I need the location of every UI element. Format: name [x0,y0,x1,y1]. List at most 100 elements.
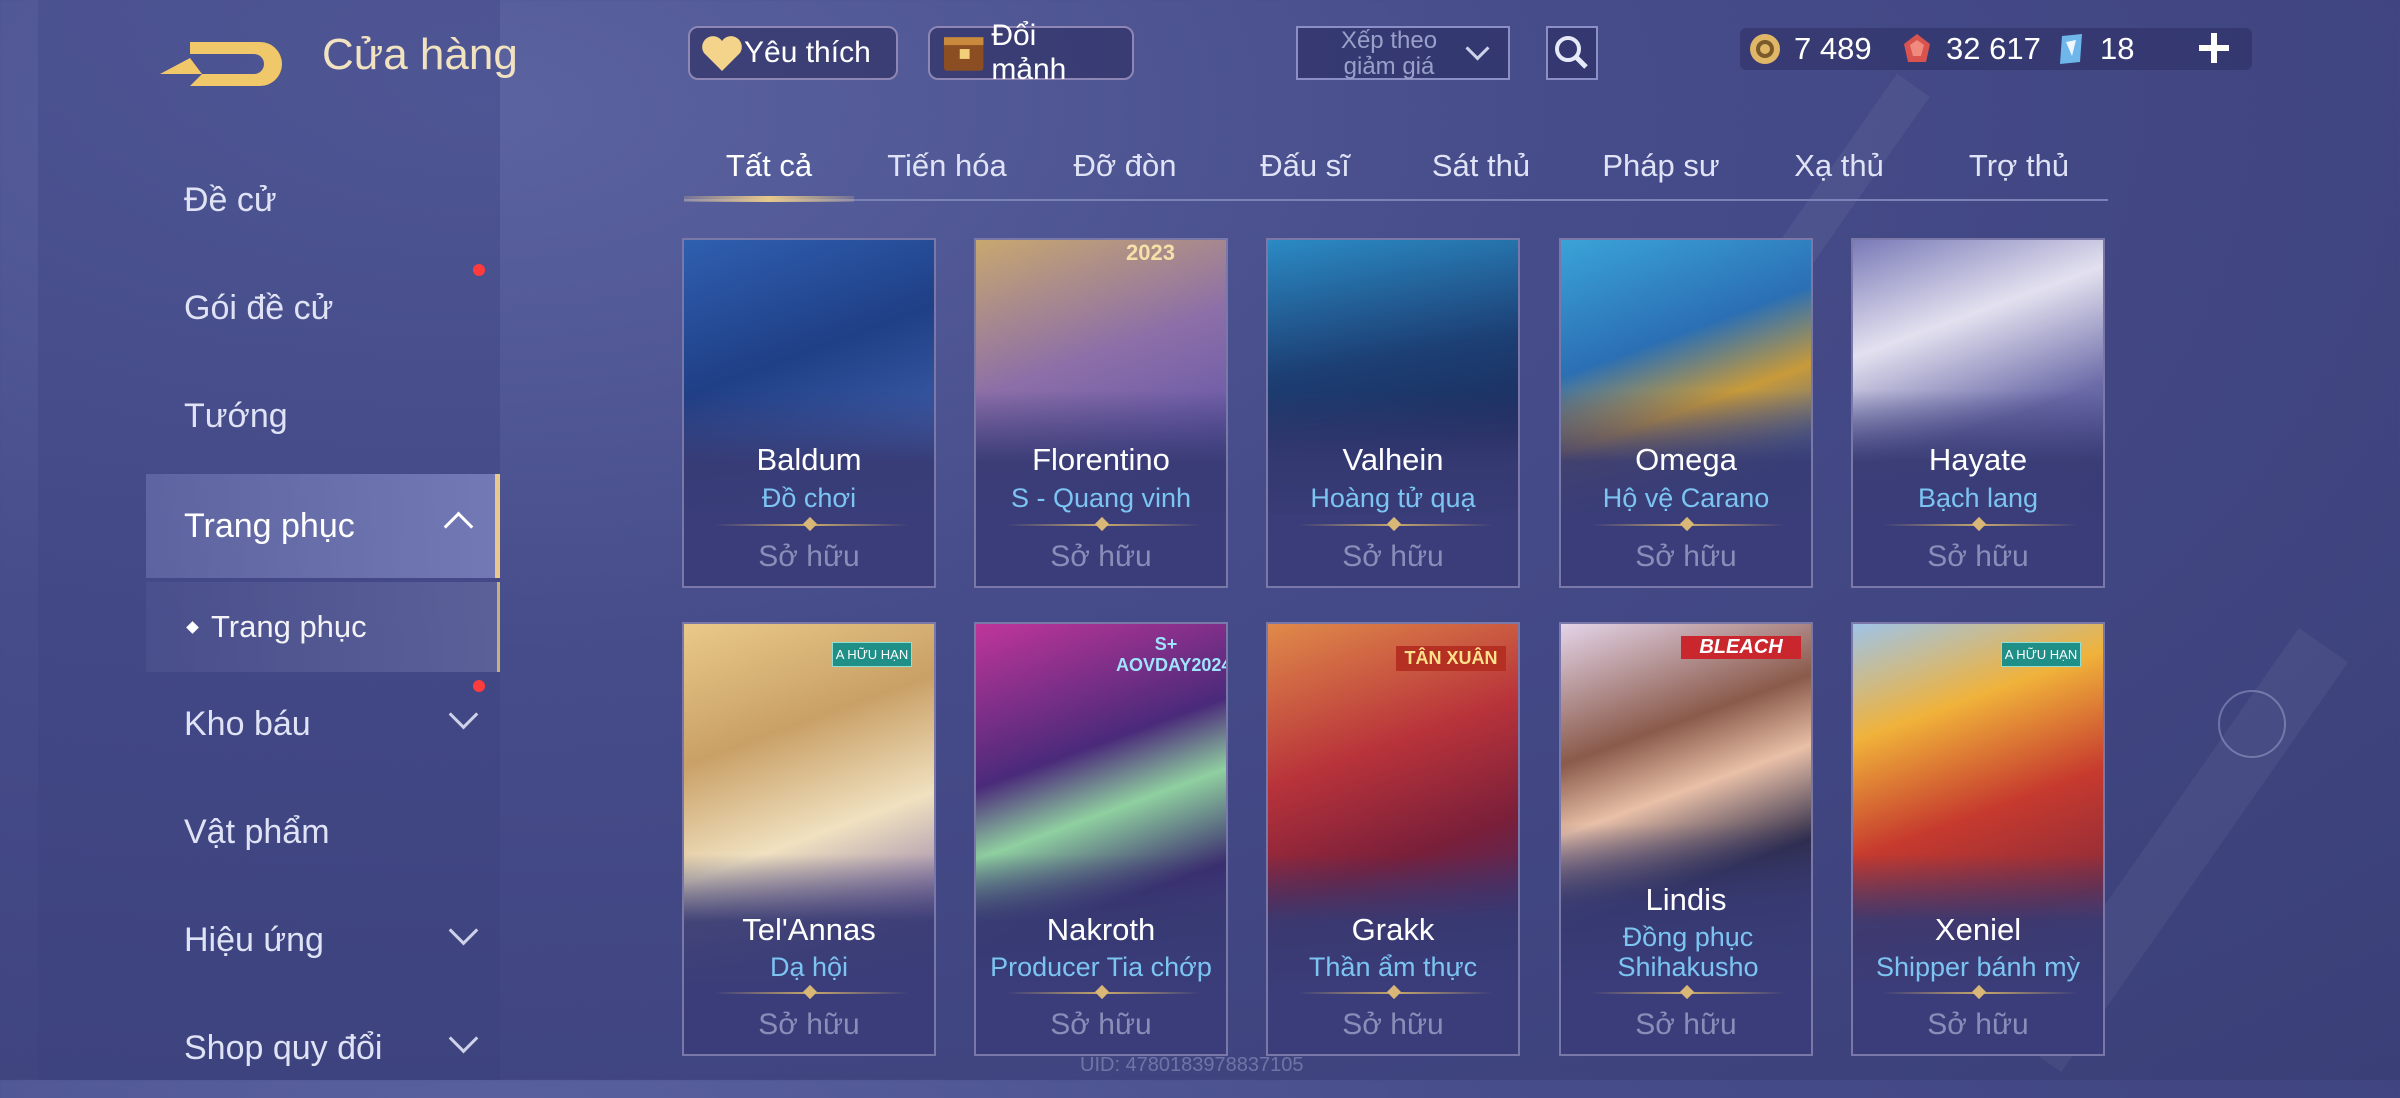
card-divider [1591,524,1785,526]
sidebar-item-label: Tướng [184,396,288,435]
floating-assistant-icon[interactable] [2218,690,2286,758]
tab-phap-su[interactable]: Pháp sư [1576,148,1746,184]
owned-status: Sở hữu [1635,540,1737,573]
skin-card-telannas[interactable]: A HỮU HẠN Tel'Annas Dạ hội Sở hữu [682,622,936,1056]
skin-name: Thần ẩm thực [1308,952,1478,982]
card-divider [1006,524,1200,526]
card-divider [1591,992,1785,994]
hero-name: Xeniel [1934,912,2022,947]
skin-name: Producer Tia chớp [990,952,1212,982]
hero-name: Florentino [1032,442,1170,477]
user-id-text: UID: 4780183978837105 [1080,1054,1304,1076]
tab-do-don[interactable]: Đỡ đòn [1040,148,1210,184]
limited-badge: A HỮU HẠN [832,642,912,667]
skin-name: S - Quang vinh [1010,483,1192,513]
skin-card-valhein[interactable]: Valhein Hoàng tử quạ Sở hữu [1266,238,1520,588]
sidebar-subitem-label: Trang phục [211,609,367,644]
skin-name: Dạ hội [769,952,849,982]
favorite-label: Yêu thích [744,36,871,69]
plus-icon [2199,33,2229,63]
gold-currency: 7 489 [1748,28,1872,70]
tab-xa-thu[interactable]: Xạ thủ [1754,148,1924,184]
skin-name: Đồ chơi [761,483,857,513]
hero-name: Omega [1635,442,1737,477]
skin-card-lindis[interactable]: BLEACH Lindis Đồng phục Shihakusho Sở hữ… [1559,622,1813,1056]
chevron-down-icon [448,699,479,730]
tab-sat-thu[interactable]: Sát thủ [1396,148,1566,184]
voucher-gem-icon [1904,34,1930,62]
exchange-label: Đổi mảnh [991,19,1067,86]
sidebar-item-label: Hiệu ứng [184,920,324,959]
owned-status: Sở hữu [758,1008,860,1041]
skin-card-hayate[interactable]: Hayate Bạch lang Sở hữu [1851,238,2105,588]
skin-card-grakk[interactable]: TÂN XUÂN Grakk Thần ẩm thực Sở hữu [1266,622,1520,1056]
sidebar-item-trang-phuc[interactable]: Trang phục [146,474,500,578]
sidebar-item-label: Vật phẩm [184,812,330,851]
sidebar-item-hieu-ung[interactable]: Hiệu ứng [146,890,500,990]
card-divider [714,992,908,994]
hero-name: Lindis [1645,882,1727,917]
sidebar-subitem-trang-phuc[interactable]: Trang phục [146,582,500,672]
heart-icon [702,36,742,71]
owned-status: Sở hữu [1342,540,1444,573]
card-divider [1883,992,2077,994]
favorite-button[interactable]: Yêu thích [688,26,898,80]
chevron-down-icon [448,1023,479,1054]
quan-huy-currency: 18 [2054,28,2134,70]
sidebar-item-shop-quy-doi[interactable]: Shop quy đổi [146,998,500,1098]
voucher-amount: 32 617 [1946,31,2041,66]
sidebar-item-de-cu[interactable]: Đề cử [146,150,500,250]
event-badge: TÂN XUÂN [1396,646,1506,671]
card-divider [1298,524,1492,526]
hero-name: Tel'Annas [742,912,876,947]
sidebar-item-label: Đề cử [184,180,277,219]
chevron-down-icon [1465,36,1490,61]
owned-status: Sở hữu [1050,540,1152,573]
tab-dau-si[interactable]: Đấu sĩ [1220,148,1390,184]
sidebar-item-label: Shop quy đổi [184,1028,383,1067]
skin-name: Đồng phục Shihakusho [1617,922,1759,982]
hero-name: Grakk [1351,912,1435,947]
sort-dropdown[interactable]: Xếp theo giảm giá [1296,26,1510,80]
sidebar-item-label: Gói đề cử [184,288,334,327]
card-divider [1006,992,1200,994]
tab-tien-hoa[interactable]: Tiến hóa [862,148,1032,184]
hero-name: Valhein [1342,442,1444,477]
skin-card-xeniel[interactable]: A HỮU HẠN Xeniel Shipper bánh mỳ Sở hữu [1851,622,2105,1056]
skin-card-nakroth[interactable]: S+ AOVDAY2024 Nakroth Producer Tia chớp … [974,622,1228,1056]
skin-name: Hoàng tử quạ [1310,483,1476,513]
tab-tro-thu[interactable]: Trợ thủ [1934,148,2104,184]
exchange-button[interactable]: Đổi mảnh [928,19,1134,86]
active-tab-indicator [684,196,854,202]
sidebar-item-label: Kho báu [184,704,311,743]
hero-name: Nakroth [1046,912,1156,947]
page-title: Cửa hàng [322,30,518,79]
search-button[interactable] [1546,26,1598,80]
voucher-currency: 32 617 [1900,28,2041,70]
back-button[interactable] [150,28,290,92]
skin-card-florentino[interactable]: 2023 Florentino S - Quang vinh Sở hữu [974,238,1228,588]
sidebar-item-goi-de-cu[interactable]: Gói đề cử [146,258,500,358]
skin-card-omega[interactable]: Omega Hộ vệ Carano Sở hữu [1559,238,1813,588]
sidebar-item-vat-pham[interactable]: Vật phẩm [146,782,500,882]
add-currency-button[interactable] [2196,30,2232,66]
sort-label: Xếp theo giảm giá [1340,27,1438,80]
skin-card-baldum[interactable]: Baldum Đồ chơi Sở hữu [682,238,936,588]
owned-status: Sở hữu [758,540,860,573]
card-divider [1298,992,1492,994]
quan-huy-card-icon [2060,34,2082,64]
gold-coin-icon [1750,34,1780,64]
owned-status: Sở hữu [1342,1008,1444,1041]
card-divider [1883,524,2077,526]
sidebar-item-tuong[interactable]: Tướng [146,366,500,466]
notification-dot [473,680,485,692]
sidebar-item-label: Trang phục [184,506,355,545]
fragment-chest-icon [943,37,984,71]
tab-tat-ca[interactable]: Tất cả [684,148,854,184]
owned-status: Sở hữu [1635,1008,1737,1041]
tabs-divider [684,199,2108,201]
sidebar-item-kho-bau[interactable]: Kho báu [146,674,500,774]
owned-status: Sở hữu [1050,1008,1152,1041]
skin-name: Shipper bánh mỳ [1875,952,2081,982]
chevron-down-icon [448,915,479,946]
